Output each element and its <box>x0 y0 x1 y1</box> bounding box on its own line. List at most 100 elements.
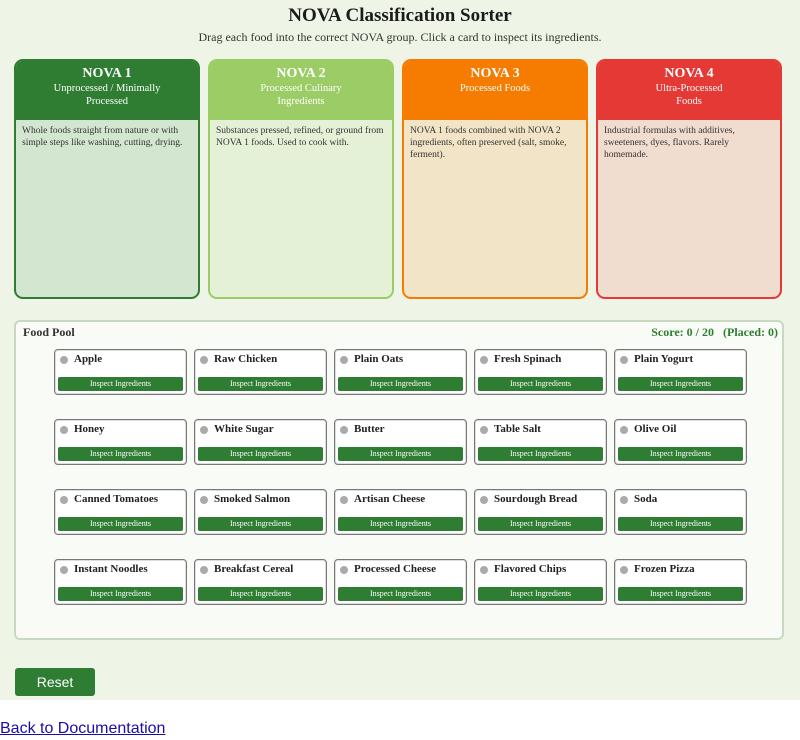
bin-nova-3[interactable]: NOVA 3 Processed Foods NOVA 1 foods comb… <box>402 59 588 299</box>
inspect-ingredients-button[interactable]: Inspect Ingredients <box>338 587 463 601</box>
bin-description: Substances pressed, refined, or ground f… <box>216 126 384 148</box>
bin-description: Whole foods straight from nature or with… <box>22 126 183 148</box>
bin-subtitle: Unprocessed / Minimally Processed <box>53 83 161 107</box>
food-pool-title: Food Pool <box>23 325 75 339</box>
bin-nova-1[interactable]: NOVA 1 Unprocessed / Minimally Processed… <box>14 59 200 299</box>
food-pool[interactable]: Food Pool Score: 0 / 20 (Placed: 0) Appl… <box>14 320 784 640</box>
inspect-ingredients-button[interactable]: Inspect Ingredients <box>478 587 603 601</box>
food-name: Plain Oats <box>354 353 404 365</box>
food-card[interactable]: Apple Inspect Ingredients <box>54 349 187 395</box>
food-card[interactable]: Raw Chicken Inspect Ingredients <box>194 349 327 395</box>
inspect-ingredients-button[interactable]: Inspect Ingredients <box>478 377 603 391</box>
inspect-ingredients-button[interactable]: Inspect Ingredients <box>338 517 463 531</box>
food-card[interactable]: Sourdough Bread Inspect Ingredients <box>474 489 607 535</box>
bin-header: NOVA 2 Processed Culinary Ingredients <box>210 61 392 120</box>
bin-nova-4[interactable]: NOVA 4 Ultra-Processed Foods Industrial … <box>596 59 782 299</box>
inspect-ingredients-button[interactable]: Inspect Ingredients <box>198 517 323 531</box>
score-display: Score: 0 / 20 (Placed: 0) <box>651 325 778 340</box>
page-subtitle: Drag each food into the correct NOVA gro… <box>198 30 602 44</box>
food-card[interactable]: Canned Tomatoes Inspect Ingredients <box>54 489 187 535</box>
status-dot-icon <box>620 566 628 574</box>
inspect-ingredients-button[interactable]: Inspect Ingredients <box>338 377 463 391</box>
inspect-ingredients-button[interactable]: Inspect Ingredients <box>58 447 183 461</box>
food-name: Flavored Chips <box>494 563 567 575</box>
inspect-ingredients-button[interactable]: Inspect Ingredients <box>618 517 743 531</box>
bin-subtitle: Ultra-Processed Foods <box>655 83 723 107</box>
inspect-ingredients-button[interactable]: Inspect Ingredients <box>618 587 743 601</box>
food-name: Smoked Salmon <box>214 493 291 505</box>
status-dot-icon <box>620 426 628 434</box>
food-name: Canned Tomatoes <box>74 493 159 505</box>
food-card[interactable]: Plain Yogurt Inspect Ingredients <box>614 349 747 395</box>
status-dot-icon <box>480 566 488 574</box>
food-card[interactable]: Artisan Cheese Inspect Ingredients <box>334 489 467 535</box>
status-dot-icon <box>60 356 68 364</box>
food-name: Instant Noodles <box>74 563 148 575</box>
inspect-ingredients-button[interactable]: Inspect Ingredients <box>58 377 183 391</box>
placed-count: (Placed: 0) <box>723 325 778 339</box>
food-name: Olive Oil <box>634 423 677 435</box>
status-dot-icon <box>480 496 488 504</box>
bin-name: NOVA 1 <box>82 66 132 81</box>
status-dot-icon <box>340 356 348 364</box>
food-name: Table Salt <box>494 423 541 435</box>
bin-subtitle: Processed Foods <box>459 83 531 94</box>
inspect-ingredients-button[interactable]: Inspect Ingredients <box>618 447 743 461</box>
inspect-ingredients-button[interactable]: Inspect Ingredients <box>58 517 183 531</box>
inspect-ingredients-button[interactable]: Inspect Ingredients <box>198 587 323 601</box>
bin-description: Industrial formulas with additives, swee… <box>604 126 735 160</box>
inspect-ingredients-button[interactable]: Inspect Ingredients <box>618 377 743 391</box>
food-card[interactable]: Fresh Spinach Inspect Ingredients <box>474 349 607 395</box>
page-title: NOVA Classification Sorter <box>288 5 512 26</box>
food-name: Raw Chicken <box>214 353 278 365</box>
food-name: Sourdough Bread <box>494 493 578 505</box>
back-to-documentation-link[interactable]: Back to Documentation <box>0 720 165 738</box>
status-dot-icon <box>480 356 488 364</box>
inspect-ingredients-button[interactable]: Inspect Ingredients <box>198 447 323 461</box>
food-name: Artisan Cheese <box>354 493 426 505</box>
inspect-ingredients-button[interactable]: Inspect Ingredients <box>478 517 603 531</box>
status-dot-icon <box>200 566 208 574</box>
reset-button[interactable]: Reset <box>15 668 95 696</box>
food-name: Apple <box>74 353 103 365</box>
inspect-ingredients-button[interactable]: Inspect Ingredients <box>198 377 323 391</box>
food-card[interactable]: Processed Cheese Inspect Ingredients <box>334 559 467 605</box>
food-card[interactable]: Soda Inspect Ingredients <box>614 489 747 535</box>
food-card[interactable]: Instant Noodles Inspect Ingredients <box>54 559 187 605</box>
food-card[interactable]: Frozen Pizza Inspect Ingredients <box>614 559 747 605</box>
food-card[interactable]: Breakfast Cereal Inspect Ingredients <box>194 559 327 605</box>
inspect-ingredients-button[interactable]: Inspect Ingredients <box>58 587 183 601</box>
status-dot-icon <box>620 496 628 504</box>
food-name: Fresh Spinach <box>494 353 562 365</box>
food-card[interactable]: Plain Oats Inspect Ingredients <box>334 349 467 395</box>
status-dot-icon <box>200 496 208 504</box>
bin-name: NOVA 2 <box>276 66 326 81</box>
bin-header: NOVA 4 Ultra-Processed Foods <box>598 61 780 120</box>
status-dot-icon <box>480 426 488 434</box>
food-name: Soda <box>634 493 658 505</box>
food-card[interactable]: White Sugar Inspect Ingredients <box>194 419 327 465</box>
food-card[interactable]: Honey Inspect Ingredients <box>54 419 187 465</box>
bin-header: NOVA 3 Processed Foods <box>404 61 586 120</box>
status-dot-icon <box>60 496 68 504</box>
status-dot-icon <box>200 426 208 434</box>
bin-name: NOVA 4 <box>664 66 714 81</box>
bin-nova-2[interactable]: NOVA 2 Processed Culinary Ingredients Su… <box>208 59 394 299</box>
food-card[interactable]: Flavored Chips Inspect Ingredients <box>474 559 607 605</box>
inspect-ingredients-button[interactable]: Inspect Ingredients <box>478 447 603 461</box>
status-dot-icon <box>60 426 68 434</box>
food-card[interactable]: Smoked Salmon Inspect Ingredients <box>194 489 327 535</box>
bin-name: NOVA 3 <box>470 66 520 81</box>
food-name: Breakfast Cereal <box>214 563 294 575</box>
food-name: Processed Cheese <box>354 563 436 575</box>
food-name: Butter <box>354 423 385 435</box>
status-dot-icon <box>60 566 68 574</box>
food-card[interactable]: Table Salt Inspect Ingredients <box>474 419 607 465</box>
status-dot-icon <box>620 356 628 364</box>
food-name: Frozen Pizza <box>634 563 695 575</box>
inspect-ingredients-button[interactable]: Inspect Ingredients <box>338 447 463 461</box>
sorter-app: NOVA Classification Sorter Drag each foo… <box>0 0 800 700</box>
food-card[interactable]: Butter Inspect Ingredients <box>334 419 467 465</box>
status-dot-icon <box>340 426 348 434</box>
food-card[interactable]: Olive Oil Inspect Ingredients <box>614 419 747 465</box>
